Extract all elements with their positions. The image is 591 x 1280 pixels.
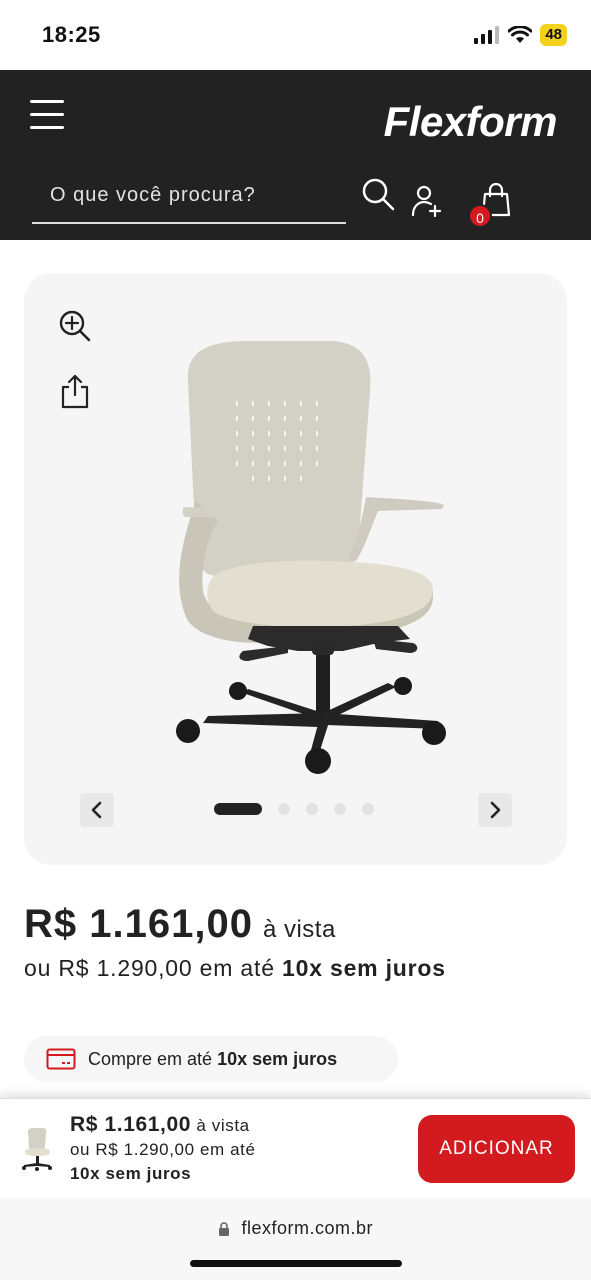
add-user-icon[interactable] (410, 184, 444, 218)
sticky-add-to-cart-bar: R$ 1.161,00 à vista ou R$ 1.290,00 em at… (0, 1098, 591, 1198)
product-image-chair[interactable] (148, 321, 448, 781)
pagination-dot[interactable] (278, 803, 290, 815)
sticky-price-info: R$ 1.161,00 à vista ou R$ 1.290,00 em at… (70, 1113, 256, 1186)
installment-bold: 10x sem juros (282, 955, 446, 981)
chevron-right-icon (490, 801, 501, 819)
price-value: R$ 1.161,00 (24, 902, 253, 946)
browser-address-bar: flexform.com.br (0, 1198, 591, 1280)
pagination-dot[interactable] (306, 803, 318, 815)
product-thumbnail (22, 1128, 52, 1171)
sticky-price-value: R$ 1.161,00 (70, 1113, 192, 1136)
signal-icon (474, 26, 500, 44)
price-cash-label: à vista (262, 916, 336, 943)
home-indicator[interactable] (190, 1260, 402, 1267)
pagination-dot[interactable] (362, 803, 374, 815)
status-time: 18:25 (42, 22, 101, 47)
search-input[interactable] (32, 168, 346, 222)
status-bar: 18:25 48 (0, 0, 591, 70)
installment-prefix: ou R$ 1.290,00 em até (24, 955, 275, 981)
search-icon[interactable] (360, 176, 396, 212)
url-display[interactable]: flexform.com.br (0, 1218, 591, 1239)
battery-indicator: 48 (540, 24, 567, 46)
hamburger-menu-icon[interactable] (30, 100, 66, 132)
pagination-dot[interactable] (334, 803, 346, 815)
pagination-dot-active[interactable] (214, 803, 262, 815)
sticky-installment-bold: 10x sem juros (70, 1164, 192, 1183)
product-gallery[interactable] (24, 273, 567, 865)
share-icon[interactable] (60, 373, 90, 409)
credit-card-icon (46, 1048, 76, 1070)
search-field (32, 168, 346, 224)
gallery-pagination (214, 803, 374, 815)
cart-count-badge: 0 (468, 204, 492, 228)
pill-prefix: Compre em até (88, 1048, 213, 1069)
gallery-next-button[interactable] (478, 793, 512, 827)
add-to-cart-button[interactable]: ADICIONAR (418, 1115, 575, 1183)
sticky-cash-label: à vista (196, 1116, 250, 1135)
pill-bold: 10x sem juros (217, 1048, 338, 1069)
price-installment: ou R$ 1.290,00 em até 10x sem juros (24, 955, 446, 982)
price-block: R$ 1.161,00 à vista (24, 902, 336, 947)
flexform-logo[interactable]: Flexform (384, 98, 558, 146)
gallery-prev-button[interactable] (80, 793, 114, 827)
zoom-in-icon[interactable] (58, 309, 92, 343)
installment-promo-pill[interactable]: Compre em até 10x sem juros (24, 1036, 398, 1082)
url-text: flexform.com.br (241, 1218, 374, 1238)
sticky-installment-prefix: ou R$ 1.290,00 em até (70, 1140, 256, 1159)
lock-icon (218, 1222, 229, 1236)
site-header: Flexform (0, 70, 591, 240)
wifi-icon (508, 26, 533, 43)
status-icons: 48 (474, 24, 567, 46)
chevron-left-icon (91, 801, 102, 819)
